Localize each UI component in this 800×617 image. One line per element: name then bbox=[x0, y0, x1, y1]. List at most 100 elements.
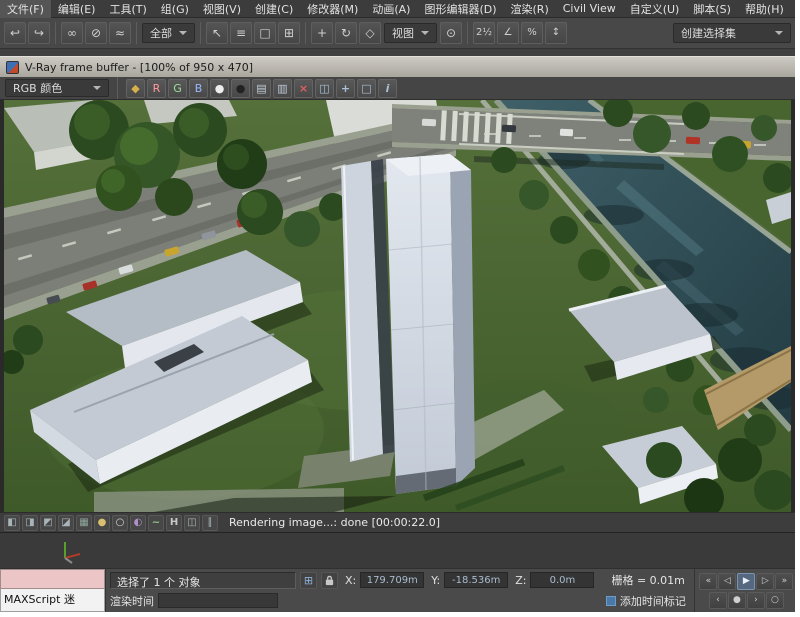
save-image-icon[interactable]: ▤ bbox=[252, 79, 271, 98]
window-crossing-icon[interactable]: ⊞ bbox=[278, 22, 300, 44]
menu-item[interactable]: 渲染(R) bbox=[504, 0, 556, 18]
menu-item[interactable]: 自定义(U) bbox=[623, 0, 687, 18]
play-button[interactable]: ▶ bbox=[737, 573, 755, 590]
next-frame-button[interactable]: ▷ bbox=[756, 573, 774, 590]
spinner-snap-icon[interactable]: ↕ bbox=[545, 22, 567, 44]
green-channel-icon[interactable]: G bbox=[168, 79, 187, 98]
vfb-channel-dropdown[interactable]: RGB 颜色 bbox=[5, 79, 109, 97]
angle-snap-icon[interactable]: ∠ bbox=[497, 22, 519, 44]
render-time-field bbox=[158, 593, 278, 608]
vray-frame-buffer-window: V-Ray frame buffer - [100% of 950 x 470]… bbox=[0, 56, 795, 532]
color-curve-icon[interactable]: ~ bbox=[148, 515, 164, 531]
menu-item[interactable]: 组(G) bbox=[154, 0, 196, 18]
region-render-icon[interactable]: □ bbox=[357, 79, 376, 98]
menu-item[interactable]: 脚本(S) bbox=[686, 0, 738, 18]
select-object-icon[interactable]: ↖ bbox=[206, 22, 228, 44]
load-image-icon[interactable]: ▥ bbox=[273, 79, 292, 98]
select-by-name-icon[interactable]: ≡ bbox=[230, 22, 252, 44]
invert-preview-icon[interactable]: ◪ bbox=[58, 515, 74, 531]
hue-saturation-icon[interactable]: ◐ bbox=[130, 515, 146, 531]
unlink-selection-icon[interactable]: ⊘ bbox=[85, 22, 107, 44]
add-time-tag-button[interactable]: 添加时间标记 bbox=[606, 593, 690, 609]
percent-snap-icon[interactable]: % bbox=[521, 22, 543, 44]
viewport-area[interactable] bbox=[0, 532, 795, 568]
time-configuration-button[interactable]: ○ bbox=[766, 592, 784, 609]
y-coordinate-label: Y: bbox=[431, 574, 440, 587]
pixel-information-icon[interactable]: i bbox=[378, 79, 397, 98]
select-and-rotate-icon[interactable]: ↻ bbox=[335, 22, 357, 44]
vfb-title-bar[interactable]: V-Ray frame buffer - [100% of 950 x 470] bbox=[0, 56, 795, 77]
blue-channel-icon[interactable]: B bbox=[189, 79, 208, 98]
select-and-scale-icon[interactable]: ◇ bbox=[359, 22, 381, 44]
duplicate-to-max-framebuffer-icon[interactable]: ◫ bbox=[315, 79, 334, 98]
viewport-gap-strip bbox=[0, 49, 795, 56]
maxscript-listener-field[interactable]: MAXScript 迷 bbox=[0, 589, 105, 612]
exposure-correction-icon[interactable]: ● bbox=[94, 515, 110, 531]
selection-filter-dropdown[interactable]: 全部 bbox=[142, 23, 195, 43]
named-selection-sets-combobox[interactable]: 创建选择集 bbox=[673, 23, 791, 43]
menu-item[interactable]: 视图(V) bbox=[196, 0, 248, 18]
toolbar-separator bbox=[117, 77, 118, 99]
previous-key-button[interactable]: ‹ bbox=[709, 592, 727, 609]
previous-frame-button[interactable]: ◁ bbox=[718, 573, 736, 590]
z-coordinate-label: Z: bbox=[515, 574, 526, 587]
vfb-rendered-image[interactable] bbox=[0, 100, 795, 512]
undo-icon[interactable]: ↩ bbox=[4, 22, 26, 44]
add-time-tag-label: 添加时间标记 bbox=[620, 593, 686, 609]
bind-to-space-warp-icon[interactable]: ≈ bbox=[109, 22, 131, 44]
menu-item[interactable]: 修改器(M) bbox=[300, 0, 365, 18]
go-to-start-button[interactable]: « bbox=[699, 573, 717, 590]
monochrome-channel-icon[interactable]: ● bbox=[231, 79, 250, 98]
grid-size-display: 栅格 = 0.01m bbox=[606, 571, 689, 589]
vfb-channel-value: RGB 颜色 bbox=[13, 80, 62, 96]
time-tag-icon bbox=[606, 596, 616, 606]
redo-icon[interactable]: ↪ bbox=[28, 22, 50, 44]
select-and-link-icon[interactable]: ∞ bbox=[61, 22, 83, 44]
toolbar-separator bbox=[55, 22, 56, 44]
menu-bar: 文件(F)编辑(E)工具(T)组(G)视图(V)创建(C)修改器(M)动画(A)… bbox=[0, 0, 795, 18]
go-to-end-button[interactable]: » bbox=[775, 573, 793, 590]
clear-image-icon[interactable]: × bbox=[294, 79, 313, 98]
menu-item[interactable]: 编辑(E) bbox=[51, 0, 103, 18]
render-scene bbox=[4, 100, 791, 512]
menu-item[interactable]: 文件(F) bbox=[0, 0, 51, 18]
selection-lock-icon[interactable] bbox=[321, 572, 338, 589]
red-channel-icon[interactable]: R bbox=[147, 79, 166, 98]
z-coordinate-field[interactable]: 0.0m bbox=[530, 572, 594, 588]
reference-coordinate-dropdown[interactable]: 视图 bbox=[384, 23, 437, 43]
stereo-preview-icon[interactable]: ◫ bbox=[184, 515, 200, 531]
selection-filter-value: 全部 bbox=[150, 25, 172, 41]
menu-item[interactable]: 图形编辑器(D) bbox=[417, 0, 503, 18]
named-selection-sets-value: 创建选择集 bbox=[681, 25, 736, 41]
menu-item[interactable]: 帮助(H) bbox=[738, 0, 791, 18]
key-mode-button[interactable]: ● bbox=[728, 592, 746, 609]
stamp-icon[interactable]: H bbox=[166, 515, 182, 531]
y-coordinate-field[interactable]: -18.536m bbox=[444, 572, 508, 588]
chevron-down-icon bbox=[775, 31, 783, 35]
force-color-clamping-icon[interactable]: ◧ bbox=[4, 515, 20, 531]
use-pivot-point-icon[interactable]: ⊙ bbox=[440, 22, 462, 44]
show-color-channels-icon[interactable]: ◆ bbox=[126, 79, 145, 98]
white-balance-icon[interactable]: ○ bbox=[112, 515, 128, 531]
absolute-mode-icon[interactable]: ⊞ bbox=[300, 572, 317, 589]
selection-region-icon[interactable]: □ bbox=[254, 22, 276, 44]
reference-coordinate-value: 视图 bbox=[392, 25, 414, 41]
view-clamped-colors-icon[interactable]: ◨ bbox=[22, 515, 38, 531]
menu-item[interactable]: 工具(T) bbox=[102, 0, 153, 18]
menu-item[interactable]: Civil View bbox=[556, 1, 623, 16]
next-key-button[interactable]: › bbox=[747, 592, 765, 609]
macro-recorder-field[interactable] bbox=[0, 569, 105, 589]
snaps-toggle-icon[interactable]: 2½ bbox=[473, 22, 495, 44]
toolbar-separator bbox=[136, 22, 137, 44]
track-mouse-icon[interactable]: + bbox=[336, 79, 355, 98]
menu-item[interactable]: 动画(A) bbox=[365, 0, 417, 18]
main-toolbar: ↩↪ ∞⊘≈ 全部 ↖≡□⊞ +↻◇ 视图 ⊙ 2½∠%↕ 创建选择集 bbox=[0, 18, 795, 49]
menu-item[interactable]: 创建(C) bbox=[248, 0, 300, 18]
x-coordinate-label: X: bbox=[345, 574, 356, 587]
greyscale-preview-icon[interactable]: ◩ bbox=[40, 515, 56, 531]
pause-render-icon[interactable]: ∥ bbox=[202, 515, 218, 531]
show-background-icon[interactable]: ▦ bbox=[76, 515, 92, 531]
x-coordinate-field[interactable]: 179.709m bbox=[360, 572, 424, 588]
select-and-move-icon[interactable]: + bbox=[311, 22, 333, 44]
alpha-channel-icon[interactable]: ● bbox=[210, 79, 229, 98]
